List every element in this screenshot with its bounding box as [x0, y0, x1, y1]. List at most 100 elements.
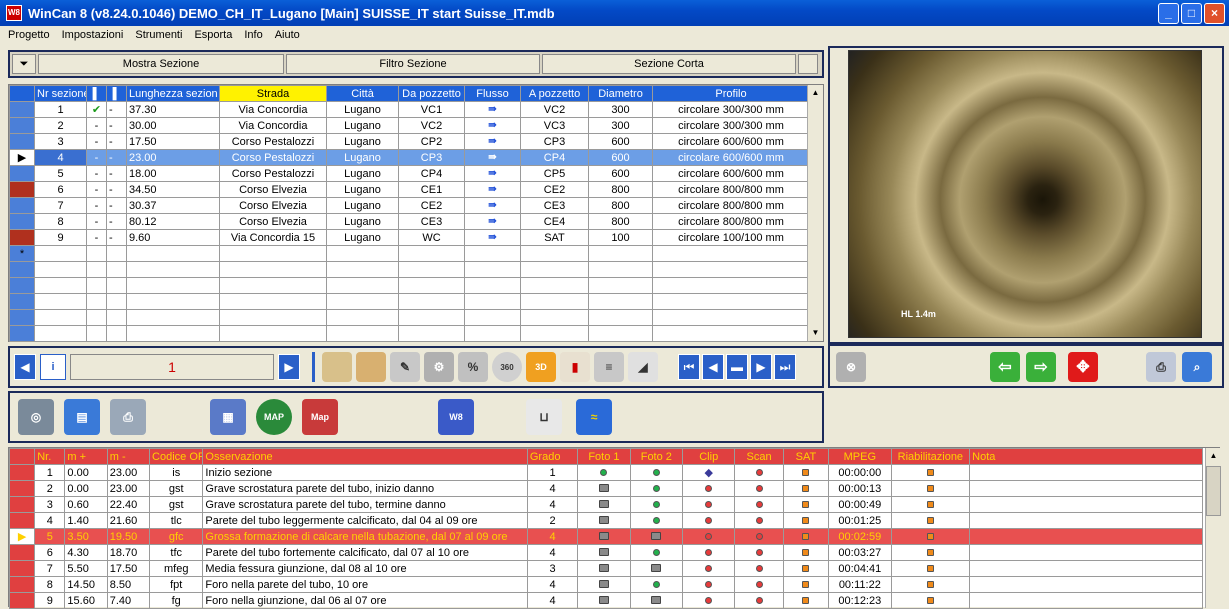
menu-progetto[interactable]: Progetto [8, 29, 50, 41]
section-check[interactable]: - [86, 149, 107, 166]
observation-row[interactable]: 7 5.50 17.50 mfeg Media fessura giunzione, d… [8, 560, 1203, 577]
scan-icon[interactable] [734, 496, 784, 513]
section-profilo[interactable]: circolare 300/300 mm [652, 101, 810, 118]
col-nr[interactable]: Nr. [34, 448, 66, 465]
section-strada[interactable]: Corso Elvezia [219, 213, 327, 230]
section-row[interactable]: 6- -34.50 Corso Elvezia Lugano CE1 ⇛ CE2 800 cir… [9, 181, 810, 198]
observation-m-plus[interactable]: 4.30 [64, 544, 108, 561]
section-diametro[interactable]: 100 [588, 229, 653, 246]
sat-icon[interactable] [782, 480, 830, 497]
section-length[interactable]: 17.50 [126, 133, 220, 150]
toilet-icon[interactable]: ⊔ [526, 399, 562, 435]
scan-icon[interactable] [734, 528, 784, 545]
observation-mpeg[interactable]: 00:04:41 [828, 560, 892, 577]
observation-row-header[interactable] [8, 576, 36, 593]
funnel-icon[interactable]: ⏷ [12, 54, 36, 74]
section-flag[interactable]: - [106, 165, 127, 182]
col-m-plus[interactable]: m + [64, 448, 108, 465]
observation-grado[interactable]: 4 [526, 528, 579, 545]
flow-icon[interactable]: ⇛ [464, 117, 521, 134]
section-flag[interactable]: - [106, 133, 127, 150]
observation-row[interactable]: ▶ 5 3.50 19.50 gfc Grossa formazione di calca… [8, 528, 1203, 545]
photo1-icon[interactable] [577, 528, 631, 545]
scan-icon[interactable] [734, 512, 784, 529]
clip-icon[interactable] [682, 592, 736, 609]
section-flag[interactable]: - [106, 181, 127, 198]
section-length[interactable]: 80.12 [126, 213, 220, 230]
row-header[interactable] [9, 101, 35, 118]
col-diametro[interactable]: Diametro [588, 85, 653, 102]
photo1-icon[interactable] [577, 544, 631, 561]
observation-nr[interactable]: 3 [34, 496, 66, 513]
expand-icon[interactable]: ✥ [1068, 352, 1098, 382]
observation-text[interactable]: Grave scrostatura parete del tubo, inizi… [202, 480, 528, 497]
sat-icon[interactable] [782, 512, 830, 529]
sat-icon[interactable] [782, 496, 830, 513]
stop-icon[interactable]: ▬ [726, 354, 748, 380]
observation-nr[interactable]: 9 [34, 592, 66, 609]
section-da-pozzetto[interactable]: CE1 [398, 181, 465, 198]
section-citta[interactable]: Lugano [326, 149, 399, 166]
section-row[interactable]: 5- -18.00 Corso Pestalozzi Lugano CP4 ⇛ CP5 600… [9, 165, 810, 182]
observation-m-plus[interactable]: 5.50 [64, 560, 108, 577]
report-icon[interactable]: ▤ [64, 399, 100, 435]
section-strada[interactable]: Corso Pestalozzi [219, 165, 327, 182]
section-citta[interactable]: Lugano [326, 165, 399, 182]
section-flag[interactable]: - [106, 101, 127, 118]
observation-nota[interactable] [969, 480, 1203, 497]
section-nr[interactable]: 9 [34, 229, 87, 246]
menu-info[interactable]: Info [244, 29, 262, 41]
section-check[interactable]: - [86, 181, 107, 198]
flow-icon[interactable]: ⇛ [464, 133, 521, 150]
sat-icon[interactable] [782, 528, 830, 545]
scan-icon[interactable] [734, 480, 784, 497]
col-mpeg[interactable]: MPEG [828, 448, 892, 465]
section-check[interactable]: - [86, 197, 107, 214]
percent-icon[interactable]: % [458, 352, 488, 382]
observation-text[interactable]: Foro nella parete del tubo, 10 ore [202, 576, 528, 593]
observation-mpeg[interactable]: 00:02:59 [828, 528, 892, 545]
section-a-pozzetto[interactable]: CE4 [520, 213, 589, 230]
print-preview-icon[interactable]: ⎙ [1146, 352, 1176, 382]
section-strada[interactable]: Corso Pestalozzi [219, 133, 327, 150]
row-header[interactable] [9, 165, 35, 182]
photo1-icon[interactable] [577, 560, 631, 577]
section-row[interactable]: 7- -30.37 Corso Elvezia Lugano CE2 ⇛ CE3 800 cir… [9, 197, 810, 214]
col-clip[interactable]: Clip [682, 448, 736, 465]
observation-row-header[interactable] [8, 480, 36, 497]
observation-mpeg[interactable]: 00:03:27 [828, 544, 892, 561]
observation-code[interactable]: fg [149, 592, 204, 609]
section-citta[interactable]: Lugano [326, 133, 399, 150]
observation-nr[interactable]: 6 [34, 544, 66, 561]
observation-text[interactable]: Grave scrostatura parete del tubo, termi… [202, 496, 528, 513]
section-da-pozzetto[interactable]: WC [398, 229, 465, 246]
observation-grado[interactable]: 1 [526, 464, 579, 481]
3d-icon[interactable]: 3D [526, 352, 556, 382]
camera-delete-icon[interactable]: ⊗ [836, 352, 866, 382]
observation-text[interactable]: Foro nella giunzione, dal 06 al 07 ore [202, 592, 528, 609]
col-strada[interactable]: Strada [219, 85, 327, 102]
observation-nr[interactable]: 2 [34, 480, 66, 497]
observation-m-minus[interactable]: 19.50 [106, 528, 151, 545]
observation-mpeg[interactable]: 00:00:49 [828, 496, 892, 513]
clip-icon[interactable]: ◆ [682, 464, 736, 481]
observation-row-header[interactable] [8, 560, 36, 577]
rehab-icon[interactable] [890, 592, 971, 609]
row-header[interactable] [9, 197, 35, 214]
observation-mpeg[interactable]: 00:00:00 [828, 464, 892, 481]
section-a-pozzetto[interactable]: CP5 [520, 165, 589, 182]
col-flusso[interactable]: Flusso [464, 85, 521, 102]
section-check[interactable]: - [86, 213, 107, 230]
section-a-pozzetto[interactable]: SAT [520, 229, 589, 246]
photo2-icon[interactable] [629, 480, 684, 497]
section-flag[interactable]: - [106, 197, 127, 214]
section-diametro[interactable]: 800 [588, 213, 653, 230]
edit-icon[interactable]: ✎ [390, 352, 420, 382]
rehab-icon[interactable] [890, 480, 971, 497]
observation-nota[interactable] [969, 592, 1203, 609]
photo2-icon[interactable] [629, 560, 684, 577]
col-profilo[interactable]: Profilo [652, 85, 810, 102]
section-diametro[interactable]: 600 [588, 133, 653, 150]
observation-grado[interactable]: 4 [526, 480, 579, 497]
profile-icon[interactable]: ≡ [594, 352, 624, 382]
